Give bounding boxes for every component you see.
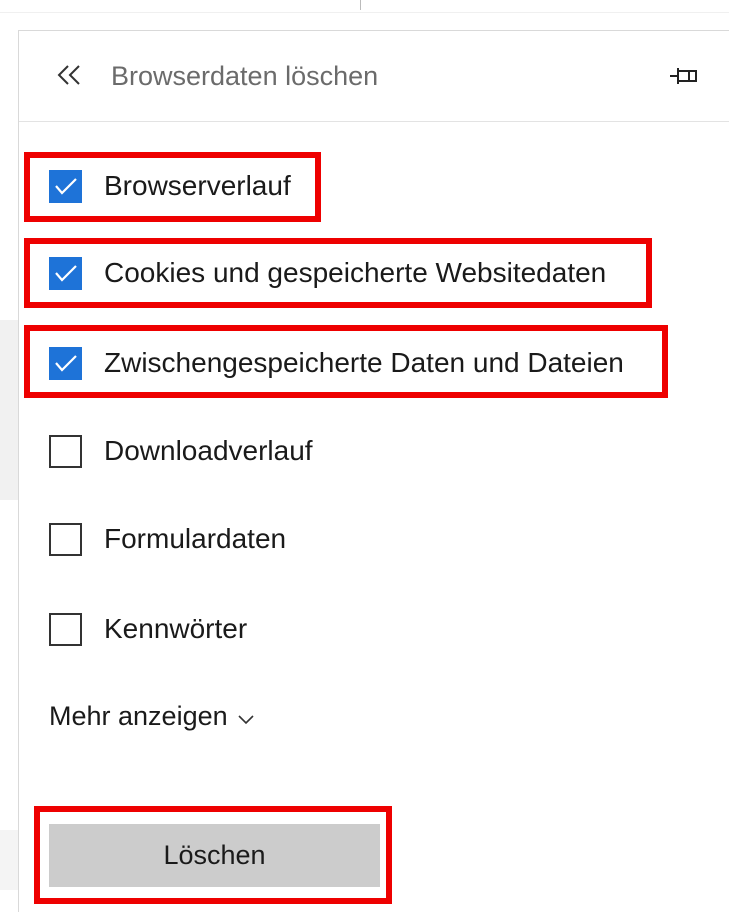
option-passwords[interactable]: Kennwörter <box>49 607 247 651</box>
screen: Browserdaten löschen Browserverlauf Cook… <box>0 0 729 912</box>
checkbox-unchecked[interactable] <box>49 434 82 468</box>
checkbox-checked[interactable] <box>49 256 82 290</box>
option-label: Downloadverlauf <box>104 435 313 466</box>
checkbox-checked[interactable] <box>49 169 82 203</box>
background-block <box>0 830 18 890</box>
option-download-history[interactable]: Downloadverlauf <box>49 429 313 473</box>
background-divider <box>360 0 361 10</box>
background-block <box>0 320 18 500</box>
checkmark-icon <box>54 355 77 372</box>
option-label: Kennwörter <box>104 613 248 644</box>
option-label: Cookies und gespeicherte Websitedaten <box>104 257 607 288</box>
delete-button[interactable]: Löschen <box>49 824 380 887</box>
show-more-label: Mehr anzeigen <box>49 701 228 731</box>
option-cookies[interactable]: Cookies und gespeicherte Websitedaten <box>49 251 606 295</box>
checkbox-unchecked[interactable] <box>49 612 82 646</box>
checkbox-unchecked[interactable] <box>49 522 82 556</box>
back-button[interactable] <box>49 57 89 97</box>
pin-icon <box>669 66 699 91</box>
clear-browsing-data-panel: Browserdaten löschen Browserverlauf Cook… <box>18 30 729 912</box>
option-label: Formulardaten <box>104 523 287 554</box>
option-cached-data[interactable]: Zwischengespeicherte Daten und Dateien <box>49 341 624 385</box>
checkbox-checked[interactable] <box>49 346 82 380</box>
background-topbar <box>0 0 729 13</box>
chevron-down-icon <box>238 701 254 732</box>
panel-title: Browserdaten löschen <box>111 61 379 91</box>
option-browsing-history[interactable]: Browserverlauf <box>49 164 291 208</box>
double-chevron-left-icon <box>56 60 82 94</box>
option-label: Browserverlauf <box>104 170 291 201</box>
option-label: Zwischengespeicherte Daten und Dateien <box>104 347 624 378</box>
checkmark-icon <box>54 178 77 195</box>
checkmark-icon <box>54 265 77 282</box>
panel-header: Browserdaten löschen <box>19 31 729 122</box>
show-more-link[interactable]: Mehr anzeigen <box>49 701 254 732</box>
option-form-data[interactable]: Formulardaten <box>49 517 286 561</box>
pin-button[interactable] <box>664 61 704 95</box>
